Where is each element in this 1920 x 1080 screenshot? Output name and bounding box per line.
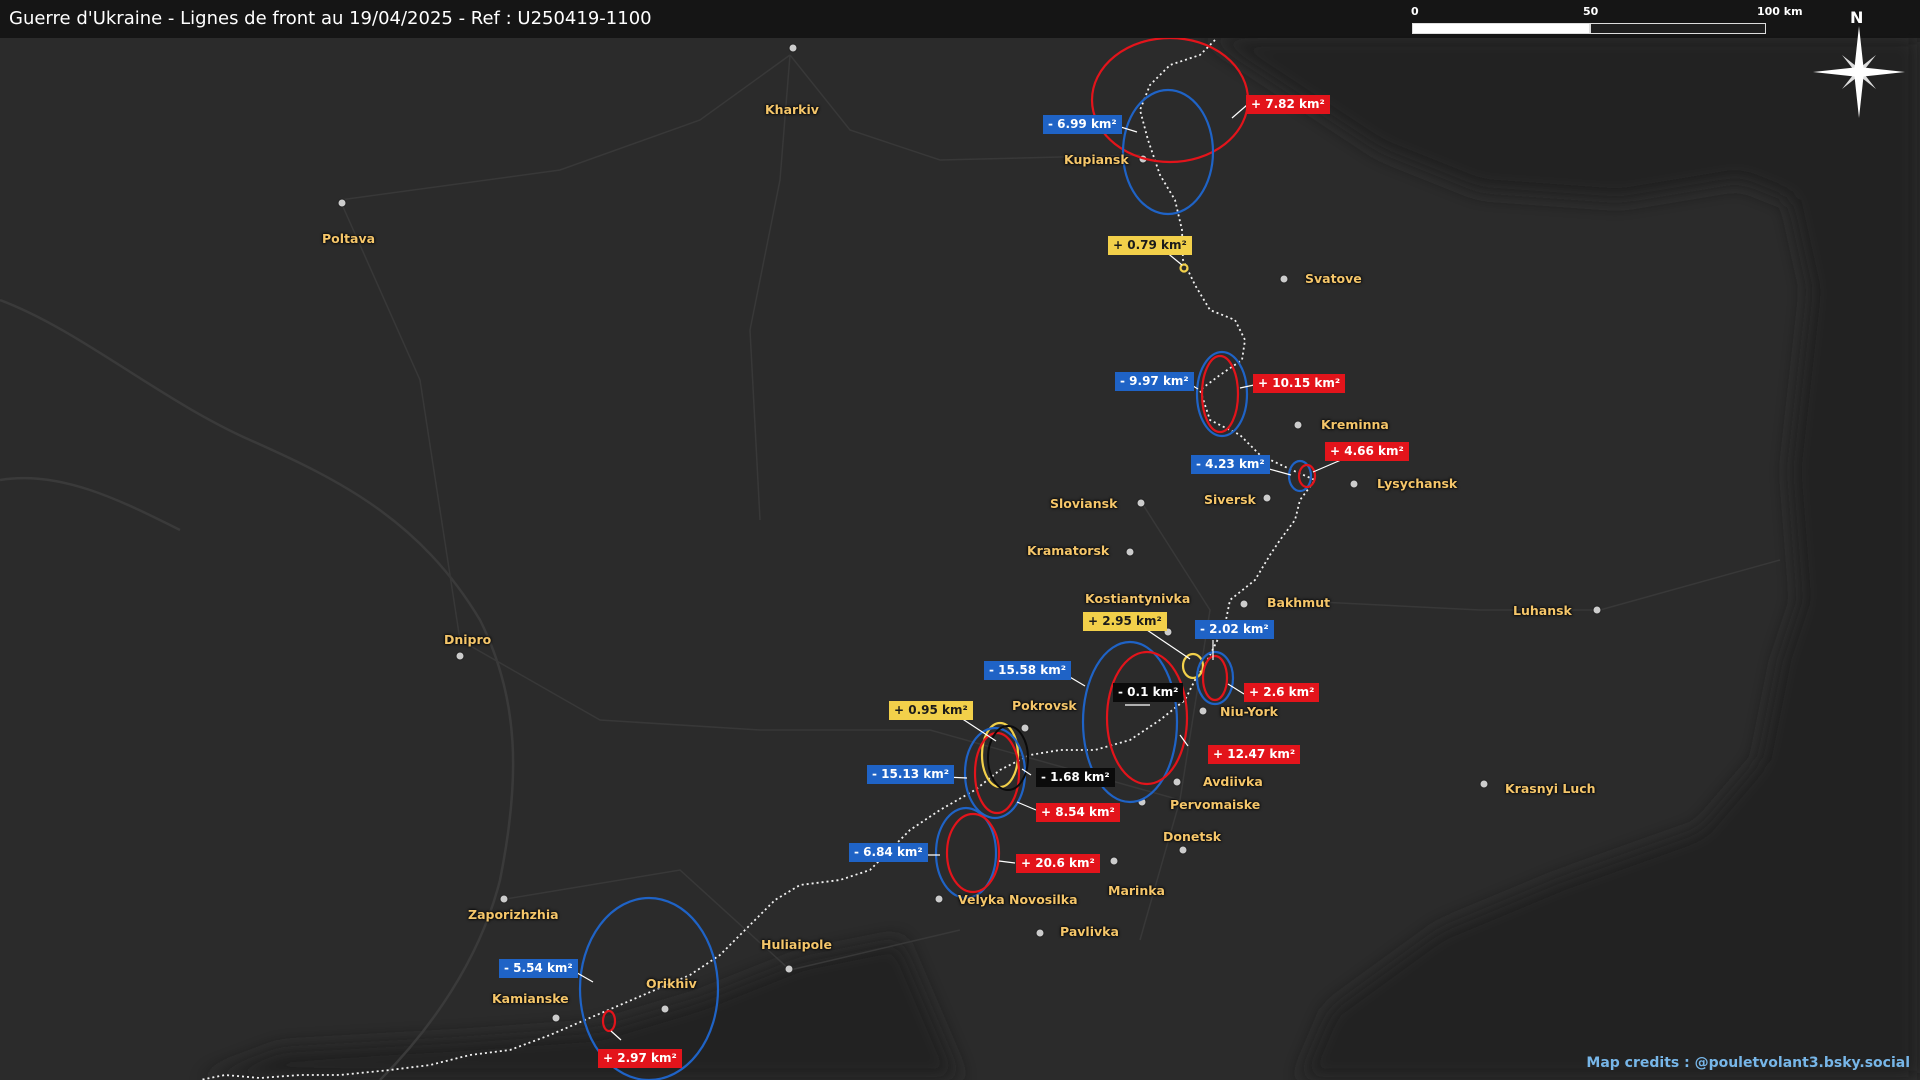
map-title: Guerre d'Ukraine - Lignes de front au 19…	[9, 8, 652, 29]
city-label-dnipro: Dnipro	[444, 632, 492, 647]
scale-bar: 0 50 100 km	[1410, 5, 1803, 37]
area-change-tag: - 6.99 km²	[1043, 115, 1122, 134]
area-change-tag: - 2.02 km²	[1195, 620, 1274, 639]
city-label-kamianske: Kamianske	[492, 991, 569, 1006]
map-layer	[0, 0, 1920, 1080]
area-change-tag: - 0.1 km²	[1113, 683, 1184, 702]
scale-label-100: 100 km	[1757, 5, 1803, 18]
city-label-donetsk: Donetsk	[1163, 829, 1222, 844]
map-canvas[interactable]: Guerre d'Ukraine - Lignes de front au 19…	[0, 0, 1920, 1080]
city-label-kostiantynivka: Kostiantynivka	[1085, 591, 1191, 606]
area-change-tag: + 4.66 km²	[1325, 442, 1409, 461]
area-change-tag: + 8.54 km²	[1036, 803, 1120, 822]
city-label-svatove: Svatove	[1305, 271, 1362, 286]
city-label-pokrovsk: Pokrovsk	[1012, 698, 1077, 713]
area-change-tag: - 9.97 km²	[1115, 372, 1194, 391]
city-label-pavlivka: Pavlivka	[1060, 924, 1119, 939]
city-label-kupiansk: Kupiansk	[1064, 152, 1129, 167]
area-change-tag: + 0.95 km²	[889, 701, 973, 720]
city-label-sloviansk: Sloviansk	[1050, 496, 1118, 511]
city-label-marinka: Marinka	[1108, 883, 1165, 898]
compass-rose-icon	[1813, 26, 1905, 118]
area-change-tag: + 7.82 km²	[1246, 95, 1330, 114]
city-label-zaporizhzhia: Zaporizhzhia	[468, 907, 559, 922]
city-label-niu-york: Niu-York	[1220, 704, 1278, 719]
city-label-bakhmut: Bakhmut	[1267, 595, 1331, 610]
city-label-luhansk: Luhansk	[1513, 603, 1572, 618]
city-label-velyka-novosilka: Velyka Novosilka	[958, 892, 1078, 907]
area-change-tag: - 4.23 km²	[1191, 455, 1270, 474]
area-change-tag: - 6.84 km²	[849, 843, 928, 862]
area-change-tag: - 1.68 km²	[1036, 768, 1115, 787]
area-change-tag: + 2.97 km²	[598, 1049, 682, 1068]
city-label-siversk: Siversk	[1204, 492, 1256, 507]
area-change-tag: + 12.47 km²	[1208, 745, 1301, 764]
area-change-tag: - 15.58 km²	[984, 661, 1072, 680]
city-label-orikhiv: Orikhiv	[646, 976, 697, 991]
area-change-tag: + 2.95 km²	[1083, 612, 1167, 631]
city-label-krasnyi-luch: Krasnyi Luch	[1505, 781, 1596, 796]
area-change-tag: + 0.79 km²	[1108, 236, 1192, 255]
city-label-pervomaiske: Pervomaiske	[1170, 797, 1261, 812]
area-change-tag: + 2.6 km²	[1244, 683, 1320, 702]
city-label-lysychansk: Lysychansk	[1377, 476, 1458, 491]
city-label-poltava: Poltava	[322, 231, 376, 246]
city-label-kramatorsk: Kramatorsk	[1027, 543, 1110, 558]
area-change-tag: - 15.13 km²	[867, 765, 955, 784]
compass-rose: N	[1805, 6, 1915, 124]
city-label-avdiivka: Avdiivka	[1203, 774, 1263, 789]
city-label-huliaipole: Huliaipole	[761, 937, 832, 952]
area-change-tag: - 5.54 km²	[499, 959, 578, 978]
area-change-tag: + 10.15 km²	[1253, 374, 1346, 393]
scale-segment-first	[1412, 23, 1590, 34]
scale-label-50: 50	[1583, 5, 1599, 18]
city-label-kharkiv: Kharkiv	[765, 102, 819, 117]
scale-segment-second	[1590, 23, 1766, 34]
area-change-tag: + 20.6 km²	[1016, 854, 1100, 873]
city-label-kreminna: Kreminna	[1321, 417, 1389, 432]
map-credits: Map credits : @pouletvolant3.bsky.social	[1586, 1055, 1910, 1071]
scale-label-0: 0	[1411, 5, 1419, 18]
